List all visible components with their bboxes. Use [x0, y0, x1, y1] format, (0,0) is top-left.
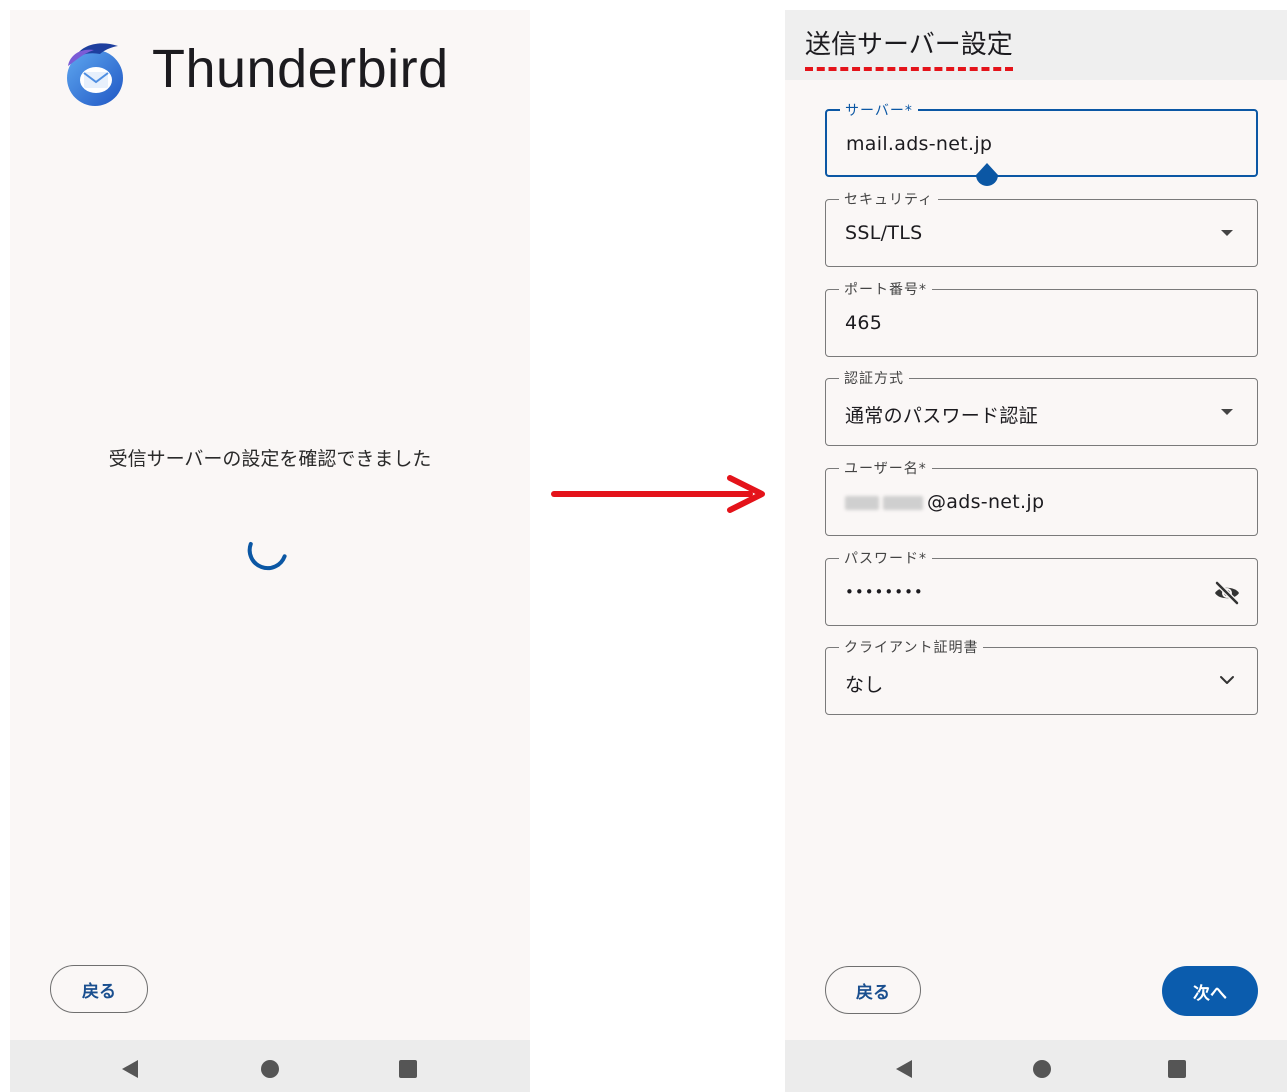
- next-button-label: 次へ: [1193, 983, 1227, 1004]
- password-field[interactable]: パスワード* ••••••••: [825, 548, 1258, 626]
- password-value: ••••••••: [845, 583, 924, 601]
- nav-back-icon[interactable]: [122, 1060, 138, 1078]
- back-button-label: 戻る: [856, 982, 890, 1003]
- system-nav-bar: [10, 1040, 530, 1092]
- password-label: パスワード*: [839, 548, 932, 568]
- dropdown-caret-icon: [1221, 409, 1233, 415]
- security-label: セキュリティ: [839, 189, 939, 209]
- title-underline: [805, 67, 1013, 71]
- system-nav-bar: [785, 1040, 1287, 1092]
- back-button[interactable]: 戻る: [825, 966, 921, 1014]
- server-label: サーバー*: [840, 100, 918, 120]
- client-cert-label: クライアント証明書: [839, 637, 984, 657]
- thunderbird-logo-icon: [67, 43, 123, 106]
- app-header: 送信サーバー設定: [785, 10, 1287, 80]
- redacted-text: [883, 495, 923, 510]
- chevron-down-icon: [1220, 676, 1234, 684]
- dropdown-caret-icon: [1221, 230, 1233, 236]
- port-label: ポート番号*: [839, 279, 932, 299]
- nav-recent-icon[interactable]: [1168, 1060, 1186, 1078]
- loading-spinner-icon: [247, 541, 287, 571]
- client-cert-select[interactable]: クライアント証明書 なし: [825, 637, 1258, 715]
- security-value: SSL/TLS: [845, 222, 923, 244]
- auth-value: 通常のパスワード認証: [845, 405, 1039, 427]
- security-select[interactable]: セキュリティ SSL/TLS: [825, 189, 1258, 267]
- nav-home-icon[interactable]: [261, 1060, 279, 1078]
- app-name: Thunderbird: [152, 39, 449, 99]
- port-field[interactable]: ポート番号* 465: [825, 279, 1258, 357]
- page-title: 送信サーバー設定: [805, 30, 1013, 60]
- nav-home-icon[interactable]: [1033, 1060, 1051, 1078]
- username-field[interactable]: ユーザー名* @ads-net.jp: [825, 458, 1258, 536]
- username-value-wrap: @ads-net.jp: [845, 491, 1044, 513]
- server-value: mail.ads-net.jp: [846, 133, 993, 155]
- username-value: @ads-net.jp: [927, 491, 1045, 513]
- left-screen: Thunderbird 受信サーバーの設定を確認できました 戻る: [10, 10, 530, 1092]
- nav-back-icon[interactable]: [896, 1060, 912, 1078]
- next-button[interactable]: 次へ: [1162, 966, 1258, 1016]
- status-message: 受信サーバーの設定を確認できました: [108, 448, 432, 470]
- redacted-text: [845, 495, 879, 510]
- auth-select[interactable]: 認証方式 通常のパスワード認証: [825, 368, 1258, 446]
- text-cursor-handle-icon[interactable]: [974, 163, 1000, 189]
- back-button-label: 戻る: [82, 981, 116, 1002]
- back-button[interactable]: 戻る: [50, 965, 148, 1013]
- client-cert-value: なし: [845, 674, 884, 696]
- arrow-right-icon: [551, 475, 765, 513]
- eye-off-icon[interactable]: [1213, 579, 1241, 607]
- right-screen: 送信サーバー設定 サーバー* mail.ads-net.jp セキュリティ SS…: [785, 10, 1287, 1092]
- port-value: 465: [845, 312, 883, 334]
- username-label: ユーザー名*: [839, 458, 932, 478]
- auth-label: 認証方式: [839, 368, 909, 388]
- nav-recent-icon[interactable]: [399, 1060, 417, 1078]
- server-field[interactable]: サーバー* mail.ads-net.jp: [825, 100, 1258, 186]
